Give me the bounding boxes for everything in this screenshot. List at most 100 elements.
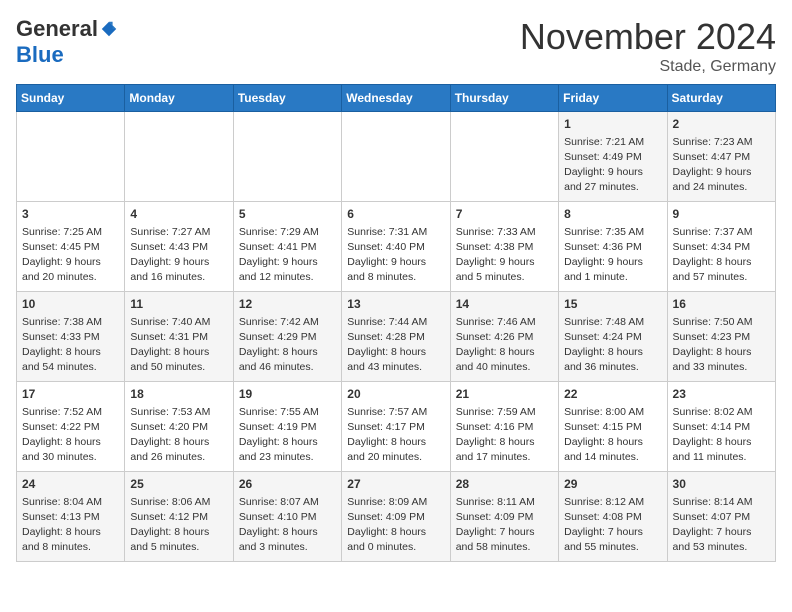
calendar-week-row: 3 Sunrise: 7:25 AM Sunset: 4:45 PM Daylig… (17, 202, 776, 292)
location-subtitle: Stade, Germany (520, 58, 776, 76)
weekday-header-sunday: Sunday (17, 85, 125, 112)
day-number: 10 (22, 296, 119, 313)
calendar-cell: 11 Sunrise: 7:40 AM Sunset: 4:31 PM Dayli… (125, 292, 233, 382)
weekday-header-row: SundayMondayTuesdayWednesdayThursdayFrid… (17, 85, 776, 112)
day-info: Sunrise: 7:21 AM Sunset: 4:49 PM Dayligh… (564, 135, 661, 196)
month-title: November 2024 (520, 16, 776, 58)
calendar-cell: 20 Sunrise: 7:57 AM Sunset: 4:17 PM Dayli… (342, 382, 450, 472)
day-number: 24 (22, 476, 119, 493)
day-number: 16 (673, 296, 770, 313)
logo-icon (100, 20, 118, 38)
calendar-cell: 25 Sunrise: 8:06 AM Sunset: 4:12 PM Dayli… (125, 472, 233, 562)
weekday-header-monday: Monday (125, 85, 233, 112)
day-info: Sunrise: 8:02 AM Sunset: 4:14 PM Dayligh… (673, 405, 770, 466)
day-info: Sunrise: 7:27 AM Sunset: 4:43 PM Dayligh… (130, 225, 227, 286)
calendar-cell: 23 Sunrise: 8:02 AM Sunset: 4:14 PM Dayli… (667, 382, 775, 472)
title-block: November 2024 Stade, Germany (520, 16, 776, 76)
calendar-cell: 1 Sunrise: 7:21 AM Sunset: 4:49 PM Daylig… (559, 112, 667, 202)
day-info: Sunrise: 7:23 AM Sunset: 4:47 PM Dayligh… (673, 135, 770, 196)
day-info: Sunrise: 7:44 AM Sunset: 4:28 PM Dayligh… (347, 315, 444, 376)
day-number: 18 (130, 386, 227, 403)
day-info: Sunrise: 7:25 AM Sunset: 4:45 PM Dayligh… (22, 225, 119, 286)
day-number: 13 (347, 296, 444, 313)
day-number: 26 (239, 476, 336, 493)
calendar-cell: 9 Sunrise: 7:37 AM Sunset: 4:34 PM Daylig… (667, 202, 775, 292)
day-number: 21 (456, 386, 553, 403)
day-info: Sunrise: 8:06 AM Sunset: 4:12 PM Dayligh… (130, 495, 227, 556)
day-number: 7 (456, 206, 553, 223)
calendar-cell: 24Sunrise: 8:04 AM Sunset: 4:13 PM Dayli… (17, 472, 125, 562)
weekday-header-tuesday: Tuesday (233, 85, 341, 112)
calendar-cell: 8Sunrise: 7:35 AM Sunset: 4:36 PM Daylig… (559, 202, 667, 292)
day-number: 11 (130, 296, 227, 313)
logo-general-text: General (16, 16, 98, 42)
day-info: Sunrise: 7:46 AM Sunset: 4:26 PM Dayligh… (456, 315, 553, 376)
calendar-cell: 15 Sunrise: 7:48 AM Sunset: 4:24 PM Dayli… (559, 292, 667, 382)
logo: General Blue (16, 16, 118, 68)
day-info: Sunrise: 7:37 AM Sunset: 4:34 PM Dayligh… (673, 225, 770, 286)
logo-blue-text: Blue (16, 42, 64, 68)
day-number: 19 (239, 386, 336, 403)
calendar-cell: 10 Sunrise: 7:38 AM Sunset: 4:33 PM Dayli… (17, 292, 125, 382)
calendar-cell (233, 112, 341, 202)
calendar-week-row: 24Sunrise: 8:04 AM Sunset: 4:13 PM Dayli… (17, 472, 776, 562)
calendar-cell (342, 112, 450, 202)
day-info: Sunrise: 7:42 AM Sunset: 4:29 PM Dayligh… (239, 315, 336, 376)
day-info: Sunrise: 8:09 AM Sunset: 4:09 PM Dayligh… (347, 495, 444, 556)
day-number: 6 (347, 206, 444, 223)
day-info: Sunrise: 7:57 AM Sunset: 4:17 PM Dayligh… (347, 405, 444, 466)
day-info: Sunrise: 8:14 AM Sunset: 4:07 PM Dayligh… (673, 495, 770, 556)
day-number: 9 (673, 206, 770, 223)
day-number: 14 (456, 296, 553, 313)
calendar-cell (450, 112, 558, 202)
weekday-header-wednesday: Wednesday (342, 85, 450, 112)
day-number: 25 (130, 476, 227, 493)
day-info: Sunrise: 7:48 AM Sunset: 4:24 PM Dayligh… (564, 315, 661, 376)
day-number: 27 (347, 476, 444, 493)
day-info: Sunrise: 7:38 AM Sunset: 4:33 PM Dayligh… (22, 315, 119, 376)
calendar-cell: 12Sunrise: 7:42 AM Sunset: 4:29 PM Dayli… (233, 292, 341, 382)
day-number: 23 (673, 386, 770, 403)
calendar-cell: 28 Sunrise: 8:11 AM Sunset: 4:09 PM Dayli… (450, 472, 558, 562)
day-info: Sunrise: 7:52 AM Sunset: 4:22 PM Dayligh… (22, 405, 119, 466)
day-info: Sunrise: 8:11 AM Sunset: 4:09 PM Dayligh… (456, 495, 553, 556)
calendar-cell: 19 Sunrise: 7:55 AM Sunset: 4:19 PM Dayli… (233, 382, 341, 472)
calendar-week-row: 1 Sunrise: 7:21 AM Sunset: 4:49 PM Daylig… (17, 112, 776, 202)
calendar-cell: 14 Sunrise: 7:46 AM Sunset: 4:26 PM Dayli… (450, 292, 558, 382)
day-info: Sunrise: 7:29 AM Sunset: 4:41 PM Dayligh… (239, 225, 336, 286)
day-number: 5 (239, 206, 336, 223)
day-info: Sunrise: 8:00 AM Sunset: 4:15 PM Dayligh… (564, 405, 661, 466)
calendar-table: SundayMondayTuesdayWednesdayThursdayFrid… (16, 84, 776, 562)
calendar-cell: 7 Sunrise: 7:33 AM Sunset: 4:38 PM Daylig… (450, 202, 558, 292)
weekday-header-thursday: Thursday (450, 85, 558, 112)
page-header: General Blue November 2024 Stade, German… (16, 16, 776, 76)
calendar-cell: 6 Sunrise: 7:31 AM Sunset: 4:40 PM Daylig… (342, 202, 450, 292)
day-info: Sunrise: 7:55 AM Sunset: 4:19 PM Dayligh… (239, 405, 336, 466)
day-number: 15 (564, 296, 661, 313)
day-info: Sunrise: 7:33 AM Sunset: 4:38 PM Dayligh… (456, 225, 553, 286)
weekday-header-friday: Friday (559, 85, 667, 112)
day-number: 17 (22, 386, 119, 403)
calendar-cell: 16Sunrise: 7:50 AM Sunset: 4:23 PM Dayli… (667, 292, 775, 382)
calendar-cell: 13 Sunrise: 7:44 AM Sunset: 4:28 PM Dayli… (342, 292, 450, 382)
day-number: 3 (22, 206, 119, 223)
day-number: 4 (130, 206, 227, 223)
calendar-cell: 21Sunrise: 7:59 AM Sunset: 4:16 PM Dayli… (450, 382, 558, 472)
day-number: 30 (673, 476, 770, 493)
calendar-cell: 5 Sunrise: 7:29 AM Sunset: 4:41 PM Daylig… (233, 202, 341, 292)
calendar-cell: 4 Sunrise: 7:27 AM Sunset: 4:43 PM Daylig… (125, 202, 233, 292)
calendar-cell: 22Sunrise: 8:00 AM Sunset: 4:15 PM Dayli… (559, 382, 667, 472)
calendar-cell (125, 112, 233, 202)
day-number: 28 (456, 476, 553, 493)
calendar-cell: 29Sunrise: 8:12 AM Sunset: 4:08 PM Dayli… (559, 472, 667, 562)
calendar-week-row: 17 Sunrise: 7:52 AM Sunset: 4:22 PM Dayli… (17, 382, 776, 472)
day-info: Sunrise: 8:12 AM Sunset: 4:08 PM Dayligh… (564, 495, 661, 556)
day-info: Sunrise: 7:31 AM Sunset: 4:40 PM Dayligh… (347, 225, 444, 286)
calendar-cell: 27 Sunrise: 8:09 AM Sunset: 4:09 PM Dayli… (342, 472, 450, 562)
day-info: Sunrise: 7:40 AM Sunset: 4:31 PM Dayligh… (130, 315, 227, 376)
day-number: 20 (347, 386, 444, 403)
calendar-cell: 2Sunrise: 7:23 AM Sunset: 4:47 PM Daylig… (667, 112, 775, 202)
calendar-cell: 26Sunrise: 8:07 AM Sunset: 4:10 PM Dayli… (233, 472, 341, 562)
day-number: 1 (564, 116, 661, 133)
calendar-cell (17, 112, 125, 202)
